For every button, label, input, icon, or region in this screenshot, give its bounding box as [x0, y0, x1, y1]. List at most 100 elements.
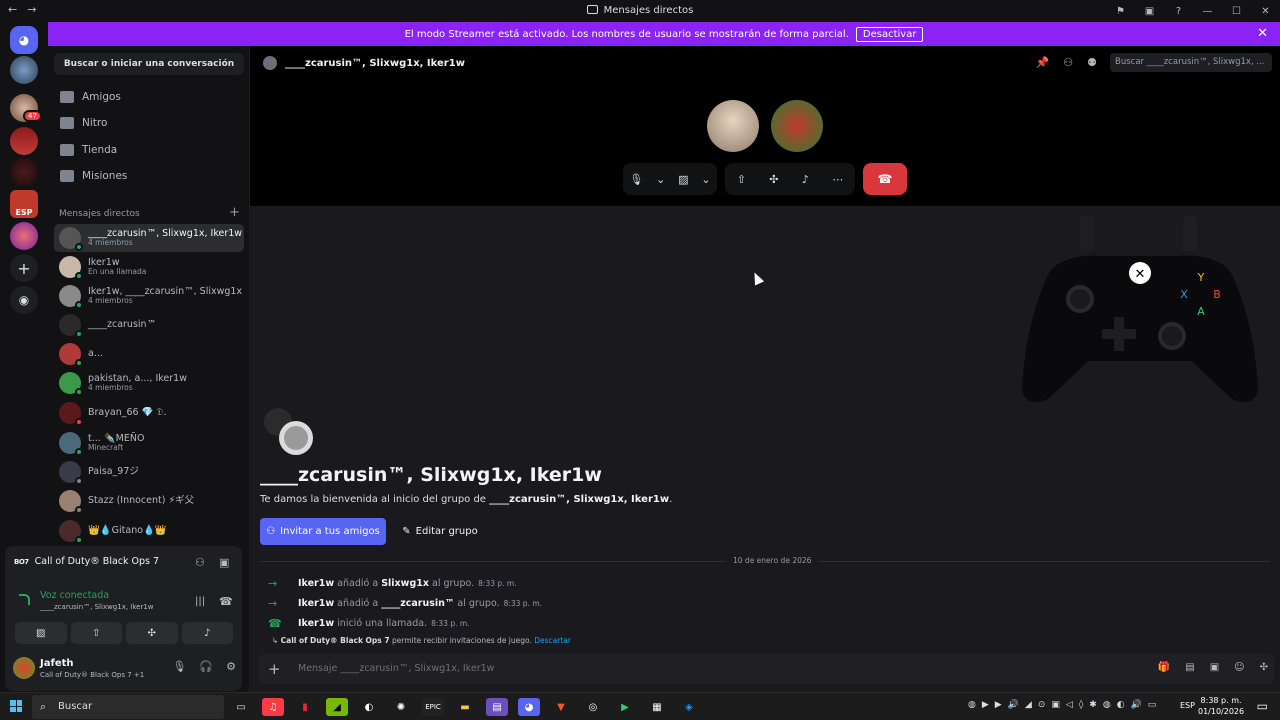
nav-store[interactable]: Tienda: [60, 138, 117, 162]
camera-toggle-button[interactable]: ▨: [15, 622, 67, 644]
mic-icon[interactable]: 🎙: [629, 173, 643, 186]
app-green-icon[interactable]: ▶: [614, 698, 636, 716]
tray-icon[interactable]: ✱: [1089, 700, 1097, 710]
msg-user[interactable]: Iker1w: [298, 618, 334, 629]
close-button[interactable]: ✕: [1251, 6, 1280, 17]
settings-gear-icon[interactable]: ⚙: [226, 660, 236, 673]
add-server-icon[interactable]: +: [10, 254, 38, 282]
user-avatar[interactable]: [13, 657, 35, 679]
dm-item[interactable]: Stazz (Innocent) ⚡ギ父: [54, 487, 244, 515]
language-indicator[interactable]: ESP: [1180, 701, 1195, 710]
gift-icon[interactable]: 🎁: [1158, 662, 1170, 673]
folder-icon[interactable]: ▬: [454, 698, 476, 716]
user-name[interactable]: Jafeth: [40, 658, 74, 669]
maximize-button[interactable]: ☐: [1222, 6, 1251, 17]
epic-icon[interactable]: EPIC: [422, 698, 444, 716]
activity-icon[interactable]: ▣: [219, 556, 229, 569]
msg-target[interactable]: Slixwg1x: [381, 578, 429, 589]
tray-icon[interactable]: ◍: [968, 700, 976, 710]
chrome-icon[interactable]: ◎: [582, 698, 604, 716]
call-avatar[interactable]: [707, 100, 759, 152]
voice-status[interactable]: Voz conectada: [40, 590, 109, 601]
screen-icon[interactable]: ▣: [1135, 6, 1164, 17]
tray-icon[interactable]: ◐: [1117, 700, 1125, 710]
inbox-icon[interactable]: ⚑: [1106, 6, 1135, 17]
soundboard-icon[interactable]: ♪: [802, 173, 809, 186]
app-circle-icon[interactable]: ◐: [358, 698, 380, 716]
discover-icon[interactable]: ◉: [10, 286, 38, 314]
members-icon[interactable]: ⚉: [1087, 56, 1097, 69]
tray-icon[interactable]: 🔊: [1008, 700, 1019, 710]
clock[interactable]: 8:38 p. m. 01/10/2026: [1198, 695, 1244, 717]
conversation-search[interactable]: Buscar o iniciar una conversación: [54, 53, 244, 75]
dm-item[interactable]: ____zcarusin™: [54, 311, 244, 339]
disconnect-icon[interactable]: ☎: [219, 595, 233, 608]
call-avatar[interactable]: [771, 100, 823, 152]
discord-taskbar-icon[interactable]: ◕: [518, 698, 540, 716]
screenshare-icon[interactable]: ⇧: [737, 173, 746, 186]
tray-icon[interactable]: 🔊: [1131, 700, 1142, 710]
mic-icon[interactable]: 🎙: [172, 660, 186, 673]
chevron-down-icon[interactable]: ⌄: [656, 173, 665, 186]
tray-icon[interactable]: ◢: [1025, 700, 1032, 710]
msg-user[interactable]: Iker1w: [298, 598, 334, 609]
sticker-icon[interactable]: ▣: [1210, 662, 1219, 673]
tray-icon[interactable]: ▭: [1148, 700, 1157, 710]
activities-button[interactable]: ✣: [126, 622, 178, 644]
server-icon-esp[interactable]: ESP: [10, 190, 38, 218]
app-gear-icon[interactable]: ✺: [390, 698, 412, 716]
tray-icon[interactable]: ⊙: [1038, 700, 1046, 710]
screenshare-button[interactable]: ⇧: [70, 622, 122, 644]
server-icon-3[interactable]: [10, 127, 38, 155]
help-icon[interactable]: ?: [1164, 6, 1193, 17]
emoji-icon[interactable]: ☺: [1234, 662, 1244, 673]
deactivate-button[interactable]: Desactivar: [855, 26, 924, 42]
channel-search-input[interactable]: Buscar ____zcarusin™, Slixwg1x, ...: [1110, 53, 1272, 72]
server-icon-4[interactable]: [10, 158, 38, 186]
brave-icon[interactable]: ▼: [550, 698, 572, 716]
dismiss-link[interactable]: Descartar: [534, 636, 571, 645]
nav-friends[interactable]: Amigos: [60, 85, 121, 109]
invite-friends-button[interactable]: ⚇ Invitar a tus amigos: [260, 518, 386, 545]
tray-icon[interactable]: ◍: [1103, 700, 1111, 710]
dm-item[interactable]: Iker1w, ____zcarusin™, Slixwg1x 4 miembro…: [54, 282, 244, 310]
edit-group-button[interactable]: ✎ Editar grupo: [395, 518, 485, 545]
tray-icon[interactable]: ▶: [995, 700, 1002, 710]
chevron-down-icon[interactable]: ⌄: [701, 173, 710, 186]
camera-off-icon[interactable]: ▨: [678, 173, 688, 186]
music-app-icon[interactable]: ♫: [262, 698, 284, 716]
tray-icon[interactable]: ▣: [1051, 700, 1060, 710]
message-input[interactable]: Mensaje ____zcarusin™, Slixwg1x, Iker1w: [298, 663, 494, 674]
dm-item[interactable]: a...: [54, 340, 244, 368]
msg-target[interactable]: ____zcarusin™: [381, 598, 454, 609]
activities-icon[interactable]: ✣: [769, 173, 778, 186]
apps-icon[interactable]: ✣: [1260, 662, 1268, 673]
pin-icon[interactable]: 📌: [1036, 56, 1050, 69]
minimize-button[interactable]: —: [1193, 6, 1222, 17]
add-member-icon[interactable]: ⚇: [1063, 56, 1073, 69]
server-icon-1[interactable]: [10, 56, 38, 84]
nvidia-icon[interactable]: ◢: [326, 698, 348, 716]
nav-quests[interactable]: Misiones: [60, 164, 127, 188]
new-dm-icon[interactable]: +: [229, 205, 240, 220]
tray-icon[interactable]: ◊: [1079, 700, 1083, 710]
msg-user[interactable]: Iker1w: [298, 578, 334, 589]
task-view-icon[interactable]: ▭: [230, 698, 252, 716]
dm-item[interactable]: ____zcarusin™, Slixwg1x, Iker1w 4 miembro…: [54, 224, 244, 252]
dm-item[interactable]: Brayan_66 💎 𝔇.: [54, 399, 244, 427]
tray-icon[interactable]: ◁: [1066, 700, 1073, 710]
dm-item[interactable]: Iker1w En una llamada: [54, 253, 244, 281]
app-purple-icon[interactable]: ▤: [486, 698, 508, 716]
dm-item[interactable]: pakistan, a..., Iker1w 4 miembros: [54, 369, 244, 397]
start-button[interactable]: [10, 700, 22, 712]
app-red-icon[interactable]: ▮: [294, 698, 316, 716]
taskbar-search[interactable]: ⌕ Buscar: [32, 695, 224, 719]
noise-icon[interactable]: |||: [195, 596, 205, 607]
banner-close-icon[interactable]: ✕: [1257, 26, 1268, 41]
server-icon-5[interactable]: [10, 222, 38, 250]
discord-home-icon[interactable]: ◕: [10, 26, 38, 54]
attach-plus-icon[interactable]: +: [268, 660, 281, 678]
headphones-icon[interactable]: 🎧: [199, 660, 213, 673]
dm-item[interactable]: t... ✒️MEÑO Minecraft: [54, 429, 244, 457]
nav-nitro[interactable]: Nitro: [60, 111, 107, 135]
